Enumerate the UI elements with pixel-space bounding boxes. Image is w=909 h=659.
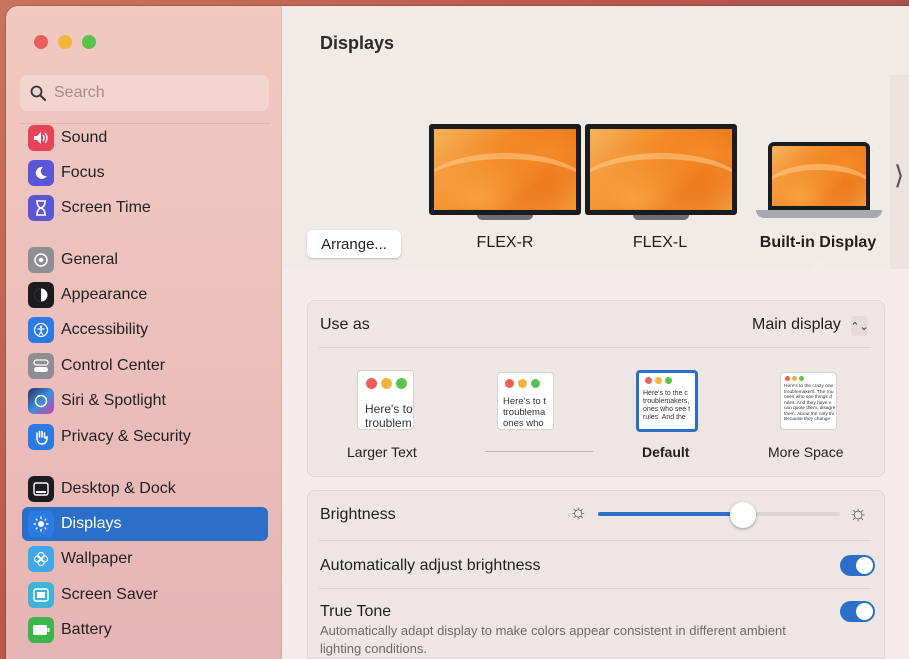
sidebar-item-label: Desktop & Dock [61, 480, 176, 497]
display-stand [477, 215, 533, 220]
window-dots [785, 376, 804, 381]
sidebar-item-label: Siri & Spotlight [61, 392, 166, 409]
window-dots [645, 377, 672, 384]
control-center-icon [28, 353, 54, 379]
sidebar-item-privacy-security[interactable]: Privacy & Security [22, 420, 268, 454]
brightness-high-icon: ☼ [848, 500, 869, 525]
sidebar-item-focus[interactable]: Focus [22, 156, 268, 190]
true-tone-toggle[interactable] [840, 601, 875, 622]
preset-sample-text: Here's to the crazy one troublemakers. T… [784, 384, 836, 423]
laptop-base [756, 210, 882, 218]
sidebar-item-displays[interactable]: Displays [22, 507, 268, 541]
sidebar-item-control-center[interactable]: Control Center [22, 349, 268, 383]
display-screen [429, 124, 581, 215]
use-as-select[interactable]: Main display [752, 316, 841, 334]
flower-icon [28, 546, 54, 572]
preset-sample-text: Here's to troublem [365, 402, 413, 430]
selected-display-indicator [810, 260, 828, 269]
arrange-button[interactable]: Arrange... [307, 230, 401, 258]
minimize-button[interactable] [58, 35, 72, 49]
window-controls [34, 35, 96, 49]
chevron-right-icon[interactable]: ⟩ [894, 160, 904, 191]
preset-default[interactable]: Here's to the c troublemakers, ones who … [636, 370, 698, 432]
chevron-updown-icon[interactable]: ⌃⌄ [850, 316, 869, 336]
display-label-built-in: Built-in Display [759, 234, 877, 251]
appearance-icon [28, 282, 54, 308]
sidebar-item-battery[interactable]: Battery [22, 613, 268, 647]
sidebar-item-label: General [61, 251, 118, 268]
preset-sample-text: Here's to t troublema ones who [503, 396, 546, 429]
search-icon [30, 85, 46, 101]
preset-more-space[interactable]: Here's to the crazy one troublemakers. T… [780, 372, 837, 430]
window-dots [366, 378, 407, 389]
sidebar-item-sound[interactable]: Sound [22, 121, 268, 155]
sidebar-item-label: Screen Saver [61, 586, 158, 603]
sidebar-item-label: Privacy & Security [61, 428, 191, 445]
search-input[interactable] [54, 84, 254, 102]
hand-icon [28, 424, 54, 450]
siri-icon [28, 388, 54, 414]
sidebar: Sound Focus Screen Time General Appearan… [6, 6, 282, 659]
true-tone-description: Automatically adapt display to make colo… [320, 623, 786, 657]
sidebar-item-screen-time[interactable]: Screen Time [22, 191, 268, 225]
preset-larger-medium[interactable]: Here's to t troublema ones who [497, 372, 554, 430]
sidebar-item-label: Accessibility [61, 321, 149, 338]
sidebar-item-desktop-dock[interactable]: Desktop & Dock [22, 472, 268, 506]
sidebar-item-label: Appearance [61, 286, 148, 303]
auto-brightness-toggle[interactable] [840, 555, 875, 576]
zoom-button[interactable] [82, 35, 96, 49]
display-label-flex-l: FLEX-L [632, 234, 688, 251]
sidebar-item-label: Displays [61, 515, 122, 532]
sidebar-item-label: Battery [61, 621, 112, 638]
sidebar-item-general[interactable]: General [22, 243, 268, 277]
sidebar-item-label: Control Center [61, 357, 166, 374]
brightness-label: Brightness [320, 506, 396, 523]
hourglass-icon [28, 195, 54, 221]
display-stand [633, 215, 689, 220]
sun-icon [28, 511, 54, 537]
display-flex-r[interactable] [429, 124, 581, 222]
dock-icon [28, 476, 54, 502]
display-label-flex-r: FLEX-R [476, 234, 534, 251]
preset-label: More Space [768, 444, 844, 460]
row-divider [319, 347, 871, 348]
preset-label: Larger Text [347, 444, 417, 460]
sidebar-item-accessibility[interactable]: Accessibility [22, 313, 268, 347]
preset-larger-text[interactable]: Here's to troublem [357, 370, 414, 430]
preset-sample-text: Here's to the c troublemakers, ones who … [643, 390, 691, 422]
true-tone-label: True Tone [320, 603, 392, 620]
brightness-slider-fill [598, 512, 744, 516]
sidebar-item-label: Focus [61, 164, 105, 181]
sidebar-item-appearance[interactable]: Appearance [22, 278, 268, 312]
sidebar-item-label: Wallpaper [61, 550, 133, 567]
gear-icon [28, 247, 54, 273]
moon-icon [28, 160, 54, 186]
sidebar-item-label: Sound [61, 129, 108, 146]
sidebar-item-siri-spotlight[interactable]: Siri & Spotlight [22, 384, 268, 418]
sidebar-item-label: Screen Time [61, 199, 151, 216]
row-divider [319, 588, 871, 589]
search-field[interactable] [20, 75, 269, 111]
brightness-slider-knob[interactable] [730, 502, 757, 528]
sidebar-item-wallpaper[interactable]: Wallpaper [22, 542, 268, 576]
display-screen [768, 142, 870, 210]
preset-scale-line [485, 451, 593, 452]
window-dots [505, 379, 540, 388]
row-divider [319, 540, 871, 541]
brightness-low-icon: ☼ [569, 501, 588, 523]
page-title: Displays [320, 33, 395, 53]
battery-icon [28, 617, 54, 643]
close-button[interactable] [34, 35, 48, 49]
preset-label: Default [642, 444, 690, 460]
display-built-in[interactable] [756, 142, 882, 222]
screen-saver-icon [28, 582, 54, 608]
use-as-label: Use as [320, 316, 370, 333]
sidebar-item-screen-saver[interactable]: Screen Saver [22, 578, 268, 612]
accessibility-icon [28, 317, 54, 343]
auto-brightness-label: Automatically adjust brightness [320, 557, 541, 574]
display-flex-l[interactable] [585, 124, 737, 222]
display-screen [585, 124, 737, 215]
speaker-icon [28, 125, 54, 151]
